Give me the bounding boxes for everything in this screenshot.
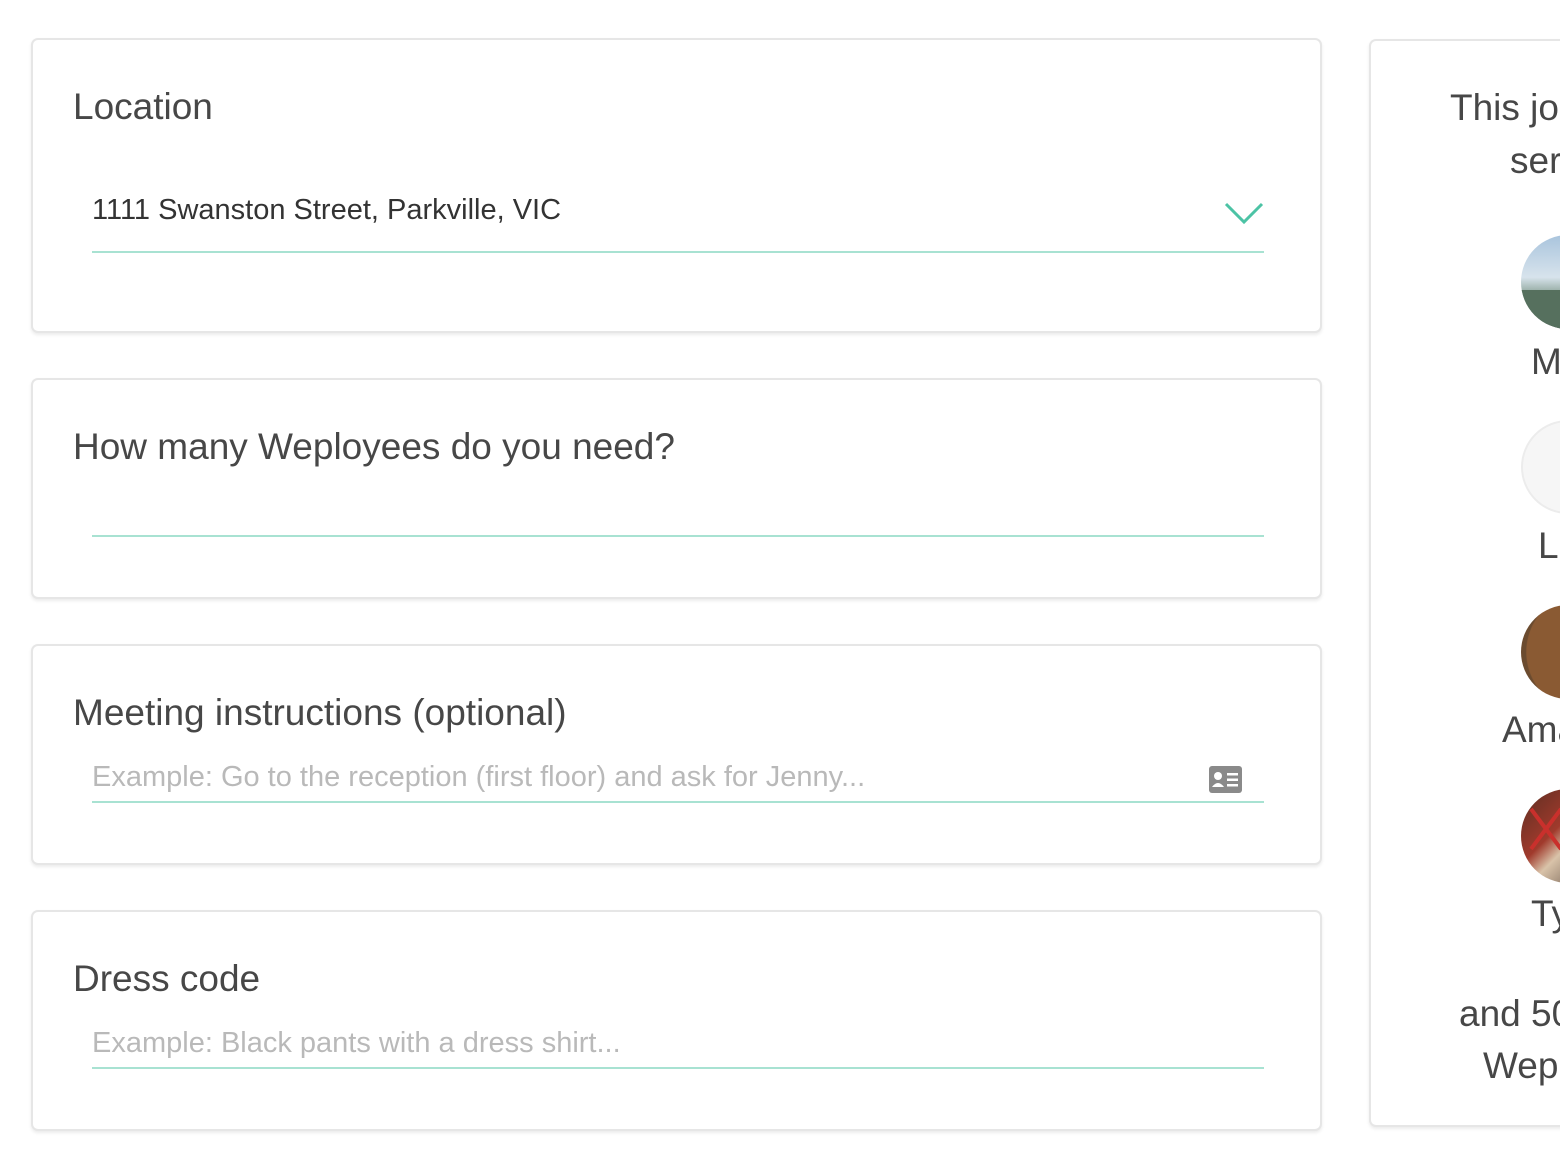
id-card-icon xyxy=(1209,766,1242,793)
weployees-count-input[interactable] xyxy=(92,502,1264,537)
avatar[interactable] xyxy=(1521,235,1560,329)
avatar-photo-icon xyxy=(1529,807,1560,851)
chevron-down-icon[interactable] xyxy=(1224,201,1264,225)
weployees-title: How many Weployees do you need? xyxy=(73,426,675,467)
meeting-instructions-input[interactable]: Example: Go to the reception (first floo… xyxy=(92,756,1264,803)
weployees-card: How many Weployees do you need? xyxy=(31,378,1322,599)
meeting-instructions-placeholder: Example: Go to the reception (first floo… xyxy=(92,761,866,793)
location-selected-value: 1111 Swanston Street, Parkville, VIC xyxy=(92,194,562,226)
avatar[interactable] xyxy=(1521,605,1560,699)
team-member-name: Ama xyxy=(1502,709,1560,750)
location-title: Location xyxy=(73,86,213,127)
team-side-panel: This jol ser M Li Ama Ty and 50 Wepl xyxy=(1369,39,1560,1127)
dress-code-input[interactable]: Example: Black pants with a dress shirt.… xyxy=(92,1022,1264,1069)
side-panel-heading-line1: This jol xyxy=(1450,87,1560,128)
team-member-name: M xyxy=(1531,341,1560,382)
meeting-title: Meeting instructions (optional) xyxy=(73,692,567,733)
meeting-card: Meeting instructions (optional) Example:… xyxy=(31,644,1322,865)
avatar[interactable] xyxy=(1521,789,1560,883)
location-card: Location 1111 Swanston Street, Parkville… xyxy=(31,38,1322,333)
side-panel-heading-line2: ser xyxy=(1510,140,1560,181)
location-select[interactable]: 1111 Swanston Street, Parkville, VIC xyxy=(92,190,1264,253)
dress-code-placeholder: Example: Black pants with a dress shirt.… xyxy=(92,1027,621,1059)
side-panel-footer-line2: Wepl xyxy=(1483,1045,1560,1086)
dress-code-card: Dress code Example: Black pants with a d… xyxy=(31,910,1322,1131)
team-member-name: Ty xyxy=(1531,893,1560,934)
team-member-name: Li xyxy=(1538,525,1560,566)
avatar[interactable] xyxy=(1521,420,1560,514)
side-panel-footer-line1: and 50 xyxy=(1459,993,1560,1034)
avatar-photo-icon xyxy=(1521,290,1560,329)
dress-code-title: Dress code xyxy=(73,958,261,999)
